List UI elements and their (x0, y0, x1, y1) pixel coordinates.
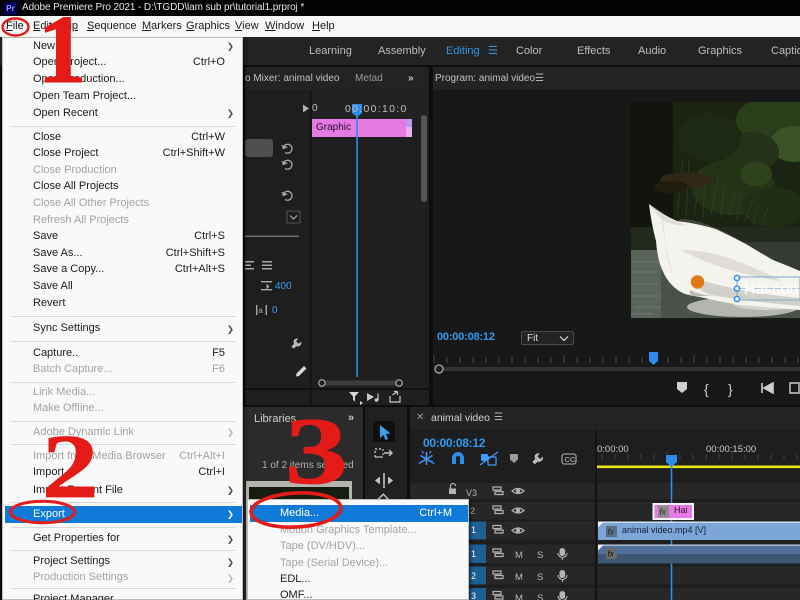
svg-text:Hai con: Hai con (744, 281, 798, 298)
svg-text:fx: fx (660, 508, 667, 517)
svg-text:fx: fx (608, 550, 615, 559)
svg-text:fx: fx (608, 528, 615, 537)
svg-text:{: { (704, 381, 709, 397)
svg-text:}: } (728, 381, 733, 397)
svg-text:CC: CC (565, 455, 576, 464)
svg-text:a: a (258, 306, 263, 315)
